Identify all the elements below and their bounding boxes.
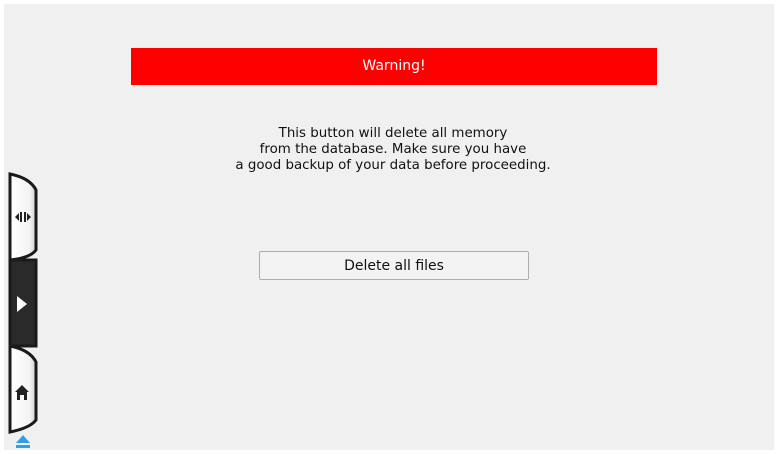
delete-all-files-button[interactable]: Delete all files xyxy=(259,251,529,280)
play-button[interactable] xyxy=(6,290,38,318)
shrink-arrows-icon xyxy=(15,212,31,222)
home-button[interactable] xyxy=(6,380,38,404)
play-triangle-icon xyxy=(17,296,27,312)
warning-banner: Warning! xyxy=(131,48,657,85)
warning-message-line: a good backup of your data before procee… xyxy=(235,158,551,173)
side-pager xyxy=(0,0,50,451)
warning-message-line: from the database. Make sure you have xyxy=(259,142,527,157)
shrink-button[interactable] xyxy=(6,205,38,229)
home-icon xyxy=(15,385,29,400)
warning-title: Warning! xyxy=(362,58,426,74)
eject-icon xyxy=(16,435,30,448)
warning-message-line: This button will delete all memory xyxy=(278,126,508,141)
warning-message: This button will delete all memory from … xyxy=(4,126,774,174)
settings-screen: Warning! This button will delete all mem… xyxy=(4,4,774,450)
eject-button[interactable] xyxy=(6,432,38,450)
